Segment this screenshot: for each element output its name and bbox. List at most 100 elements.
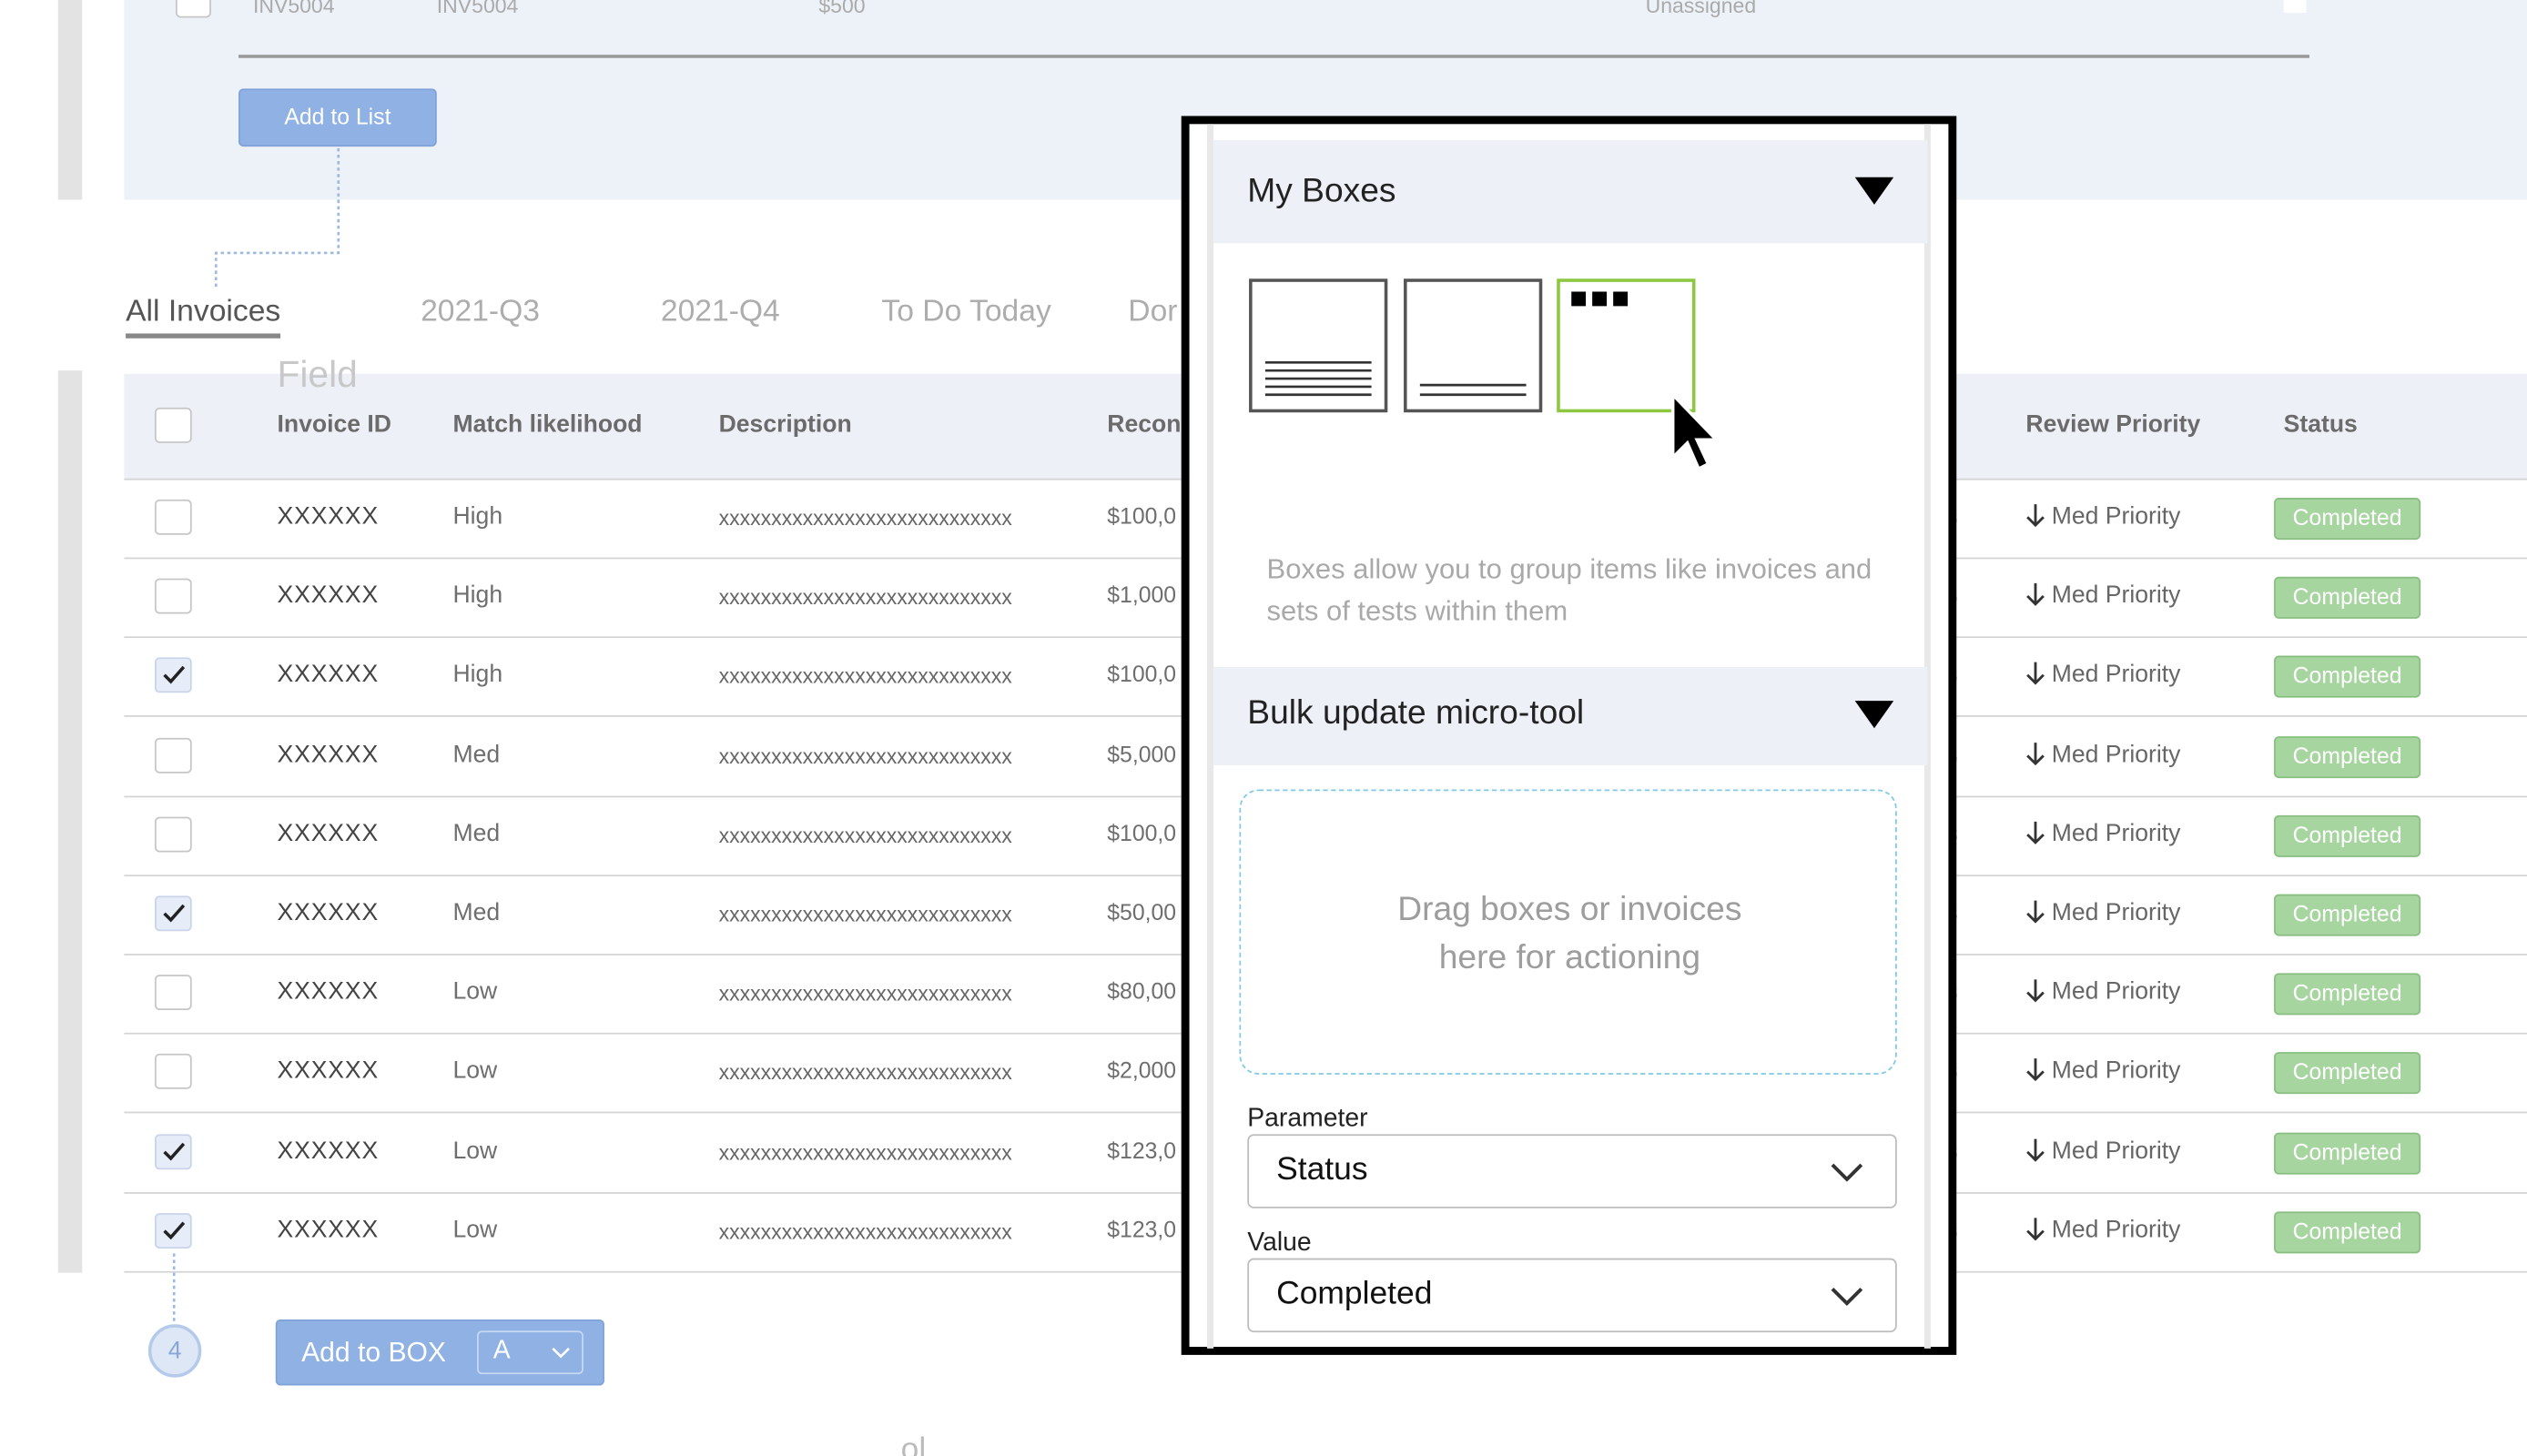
row-checkbox[interactable]	[154, 895, 192, 932]
review-priority: Med Priority	[2025, 502, 2180, 530]
my-boxes-title: My Boxes	[1247, 172, 1396, 210]
invoice-id: XXXXXX	[277, 1057, 380, 1086]
invoice-id: XXXXXX	[277, 1137, 380, 1165]
check-icon	[163, 1221, 186, 1239]
status-badge: Completed	[2274, 735, 2421, 778]
left-rail-bottom	[57, 370, 83, 1273]
mouse-pointer-icon	[1670, 390, 1720, 471]
top-row-col1: INV5004	[252, 0, 335, 18]
arrow-down-icon	[2026, 742, 2045, 765]
top-row-status: Unassigned	[1645, 0, 1757, 18]
side-panel: My Boxes Boxes allow you to group items …	[1181, 116, 1957, 1355]
row-checkbox[interactable]	[154, 1133, 192, 1169]
description: xxxxxxxxxxxxxxxxxxxxxxxxxxxx	[718, 902, 1012, 926]
value-select[interactable]: Completed	[1247, 1258, 1897, 1333]
priority-label: Med Priority	[2051, 740, 2181, 768]
left-rail-top	[57, 0, 83, 200]
description: xxxxxxxxxxxxxxxxxxxxxxxxxxxx	[718, 664, 1012, 689]
top-row-amount: $500	[818, 0, 866, 18]
status-badge: Completed	[2274, 498, 2421, 541]
select-all-checkbox[interactable]	[154, 407, 192, 443]
dots-icon	[1571, 291, 1629, 307]
row-checkbox[interactable]	[154, 975, 192, 1011]
my-boxes-header[interactable]: My Boxes	[1213, 140, 1928, 244]
invoice-screen: INV5004 INV5004 $500 Unassigned Add to L…	[0, 0, 2527, 1456]
match-likelihood: Med	[452, 819, 501, 847]
check-icon	[163, 666, 186, 685]
status-badge: Completed	[2274, 1052, 2421, 1095]
triangle-down-icon[interactable]	[1854, 701, 1894, 729]
col-invoice-id[interactable]: Invoice ID	[278, 410, 391, 438]
col-recon[interactable]: Recon	[1107, 410, 1181, 438]
drop-zone[interactable]: Drag boxes or invoices here for actionin…	[1239, 789, 1897, 1075]
arrow-down-icon	[2026, 821, 2045, 844]
recon-amount: $50,00	[1107, 898, 1177, 925]
col-review-priority[interactable]: Review Priority	[2025, 410, 2200, 438]
col-status[interactable]: Status	[2284, 410, 2358, 438]
bulk-update-title: Bulk update micro-tool	[1247, 694, 1585, 732]
field-ghost-label: Field	[277, 352, 358, 395]
status-badge: Completed	[2274, 1131, 2421, 1174]
status-badge: Completed	[2274, 973, 2421, 1016]
bulk-update-header[interactable]: Bulk update micro-tool	[1213, 666, 1928, 765]
description: xxxxxxxxxxxxxxxxxxxxxxxxxxxx	[718, 1139, 1012, 1165]
review-priority: Med Priority	[2025, 1137, 2180, 1164]
status-badge: Completed	[2274, 1210, 2421, 1254]
match-likelihood: High	[452, 502, 503, 531]
recon-amount: $1,000	[1107, 581, 1177, 608]
priority-label: Med Priority	[2051, 977, 2181, 1006]
arrow-down-icon	[2026, 583, 2045, 607]
description: xxxxxxxxxxxxxxxxxxxxxxxxxxxx	[718, 981, 1012, 1006]
box-thumbnail-1[interactable]	[1249, 278, 1388, 413]
tab-2021-q4[interactable]: 2021-Q4	[661, 295, 780, 330]
row-checkbox[interactable]	[154, 578, 192, 614]
row-checkbox[interactable]	[154, 658, 192, 693]
invoice-id: XXXXXX	[277, 898, 380, 926]
arrow-down-icon	[2026, 1218, 2045, 1241]
col-match-likelihood[interactable]: Match likelihood	[452, 410, 642, 438]
box-select[interactable]: A	[477, 1330, 584, 1375]
triangle-down-icon[interactable]	[1854, 177, 1894, 205]
top-row-checkbox[interactable]	[175, 0, 211, 18]
add-to-list-button[interactable]: Add to List	[238, 88, 437, 147]
parameter-label: Parameter	[1247, 1105, 1368, 1133]
lines-icon	[1264, 361, 1372, 397]
arrow-down-icon	[2026, 1058, 2045, 1082]
add-to-box-label: Add to BOX	[301, 1337, 447, 1369]
recon-amount: $123,0	[1107, 1137, 1177, 1163]
arrow-down-icon	[2026, 504, 2045, 528]
tab-to-do-today[interactable]: To Do Today	[881, 295, 1050, 330]
divider	[238, 55, 2309, 58]
add-to-box-button[interactable]: Add to BOX A	[275, 1319, 604, 1386]
row-checkbox[interactable]	[154, 816, 192, 853]
match-likelihood: Low	[452, 1057, 498, 1086]
description: xxxxxxxxxxxxxxxxxxxxxxxxxxxx	[718, 1060, 1012, 1086]
recon-amount: $100,0	[1107, 661, 1177, 687]
chevron-down-icon	[1831, 1287, 1863, 1307]
invoice-id: XXXXXX	[277, 977, 380, 1006]
invoice-id: XXXXXX	[277, 1216, 380, 1244]
recon-amount: $100,0	[1107, 502, 1177, 529]
row-checkbox[interactable]	[154, 1054, 192, 1090]
tab-done[interactable]: Dor	[1128, 295, 1177, 330]
priority-label: Med Priority	[2051, 898, 2181, 926]
arrow-down-icon	[2026, 662, 2045, 686]
value-value: Completed	[1276, 1276, 1433, 1312]
row-checkbox[interactable]	[154, 499, 192, 535]
arrow-down-icon	[2026, 900, 2045, 924]
chevron-down-icon	[1831, 1163, 1863, 1182]
cut-off-text: ol	[900, 1431, 927, 1456]
tab-2021-q3[interactable]: 2021-Q3	[421, 295, 540, 330]
col-description[interactable]: Description	[719, 410, 852, 438]
recon-amount: $100,0	[1107, 819, 1177, 846]
status-badge: Completed	[2274, 656, 2421, 699]
box-thumbnail-2[interactable]	[1404, 278, 1543, 413]
match-likelihood: High	[452, 581, 503, 610]
check-icon	[163, 1142, 186, 1160]
review-priority: Med Priority	[2025, 1216, 2180, 1243]
row-checkbox[interactable]	[154, 1212, 192, 1249]
row-checkbox[interactable]	[154, 737, 192, 774]
tab-all-invoices[interactable]: All Invoices	[126, 295, 281, 339]
check-icon	[163, 904, 186, 923]
parameter-select[interactable]: Status	[1247, 1134, 1897, 1208]
